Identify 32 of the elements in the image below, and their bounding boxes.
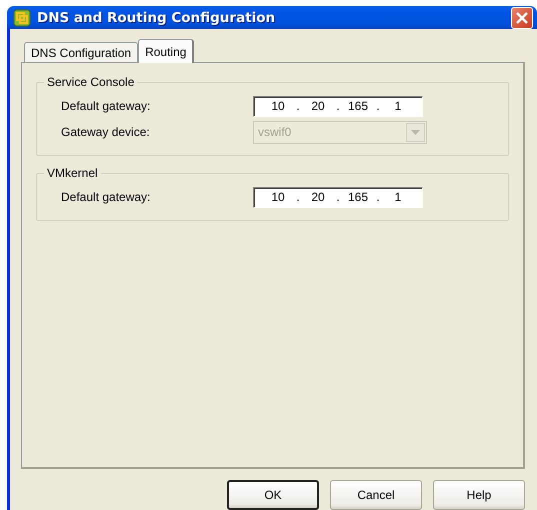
app-icon — [13, 8, 31, 26]
group-title: Service Console — [44, 75, 138, 89]
octet-separator: . — [375, 99, 381, 113]
ip-address-field[interactable]: 10 . 20 . 165 . 1 — [253, 186, 423, 208]
dialog-button[interactable]: Help — [433, 480, 525, 510]
dialog-button[interactable]: OK — [227, 480, 319, 510]
dropdown-arrow-icon — [411, 130, 420, 134]
octet-separator: . — [335, 99, 341, 113]
field-label: Gateway device: — [61, 125, 151, 139]
dropdown-value: vswif0 — [258, 125, 292, 139]
octet-text: 20 — [310, 190, 326, 204]
close-icon — [516, 12, 528, 24]
field-label: Default gateway: — [61, 190, 152, 204]
octet-text: 20 — [310, 99, 326, 113]
octet-text: 165 — [346, 190, 370, 204]
field-label: Default gateway: — [61, 99, 152, 113]
dialog-button[interactable]: Cancel — [330, 480, 422, 510]
octet-text: 1 — [394, 190, 402, 204]
window-title: DNS and Routing Configuration — [37, 10, 276, 26]
tab[interactable]: Routing — [138, 39, 194, 63]
octet-separator: . — [295, 99, 301, 113]
close-button[interactable] — [511, 6, 533, 28]
ip-address-field[interactable]: 10 . 20 . 165 . 1 — [253, 96, 423, 116]
group-title: VMkernel — [44, 166, 101, 180]
octet-text: 10 — [270, 99, 286, 113]
octet-text: 10 — [270, 190, 286, 204]
octet-text: 165 — [346, 99, 370, 113]
octet-separator: . — [335, 190, 341, 204]
octet-text: 1 — [394, 99, 402, 113]
octet-separator: . — [295, 190, 301, 204]
tab[interactable]: DNS Configuration — [24, 42, 138, 62]
octet-separator: . — [375, 190, 381, 204]
